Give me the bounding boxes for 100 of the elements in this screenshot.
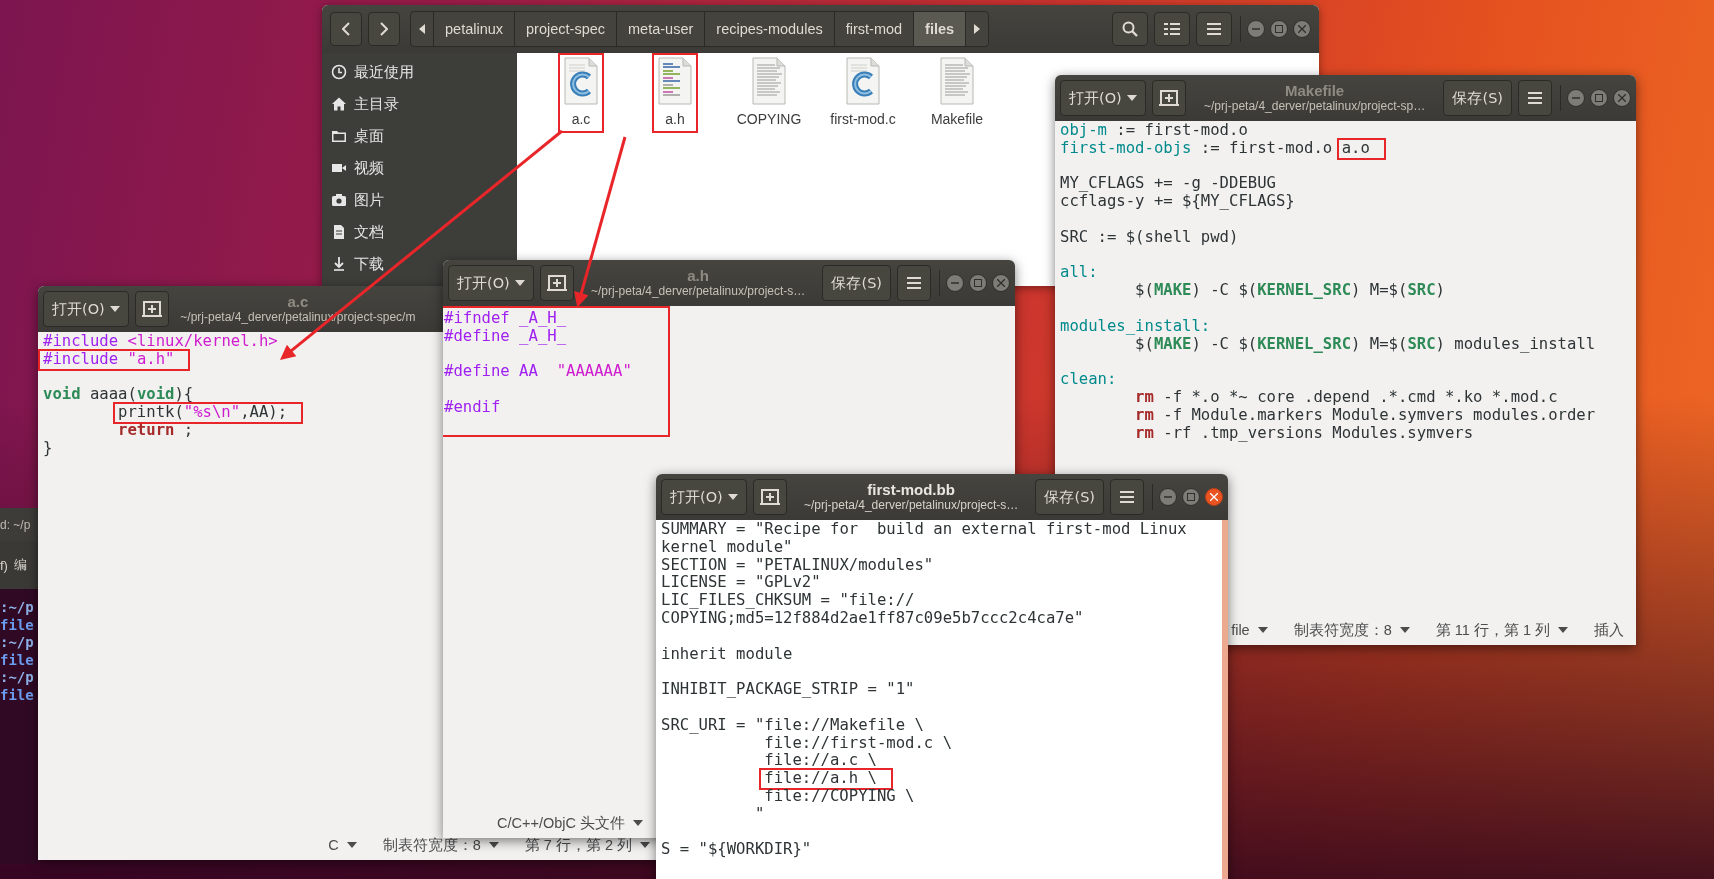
new-document-button[interactable] bbox=[752, 479, 787, 515]
terminal-line: :~/p bbox=[0, 599, 35, 617]
file-item[interactable]: a.h bbox=[652, 53, 698, 133]
menu-button[interactable] bbox=[1196, 12, 1232, 46]
code-text: first-mod-objs bbox=[1060, 138, 1192, 157]
save-button[interactable]: 保存(S) bbox=[1035, 479, 1104, 515]
maximize-button[interactable] bbox=[1270, 20, 1288, 38]
sidebar-item[interactable]: 最近使用 bbox=[322, 56, 420, 88]
status-dropdown[interactable]: 制表符宽度：8 bbox=[1289, 620, 1414, 640]
code-line: INHIBIT_PACKAGE_STRIP = "1" bbox=[661, 681, 915, 699]
caret-icon bbox=[109, 306, 120, 312]
new-document-button[interactable] bbox=[1151, 80, 1186, 116]
open-button[interactable]: 打开(O) bbox=[448, 265, 534, 301]
file-item[interactable]: COPYING bbox=[731, 53, 807, 133]
maximize-button[interactable] bbox=[1182, 488, 1200, 506]
search-button[interactable] bbox=[1112, 12, 1148, 46]
code-line: file://a.c \ bbox=[763, 752, 877, 771]
list-view-icon bbox=[1164, 22, 1180, 36]
code-line: " bbox=[753, 805, 765, 824]
add-document-icon bbox=[545, 273, 568, 293]
sidebar-item[interactable]: 文档 bbox=[322, 216, 390, 248]
caret-icon bbox=[633, 820, 643, 826]
code-line: #include <linux/kernel.h> bbox=[43, 333, 278, 351]
search-icon bbox=[1122, 21, 1138, 37]
status-dropdown[interactable]: C bbox=[324, 837, 361, 853]
highlighted-code: printk("%s\n",AA); bbox=[113, 402, 304, 424]
menu-item[interactable]: 编 bbox=[13, 556, 27, 574]
menu-icon bbox=[907, 277, 921, 289]
menu-button[interactable] bbox=[1518, 80, 1552, 116]
code-line: #define AA "AAAAAA" bbox=[444, 363, 632, 382]
menu-button[interactable] bbox=[897, 265, 931, 301]
menu-button[interactable] bbox=[1110, 479, 1144, 515]
file-item[interactable]: Makefile bbox=[925, 53, 989, 133]
path-segment[interactable]: files bbox=[913, 12, 966, 46]
back-button[interactable] bbox=[330, 12, 362, 46]
status-dropdown[interactable]: 制表符宽度：8 bbox=[378, 835, 503, 855]
path-segment[interactable]: petalinux bbox=[433, 12, 515, 46]
add-document-icon bbox=[140, 299, 163, 319]
window-title: a.c bbox=[287, 293, 309, 311]
close-icon bbox=[1210, 493, 1218, 501]
folder-icon bbox=[331, 128, 347, 144]
sidebar-item[interactable]: 桌面 bbox=[322, 120, 390, 152]
code-line: rm -f *.o *~ core .depend .*.cmd *.ko *.mod.c bbox=[1134, 388, 1558, 407]
open-button[interactable]: 打开(O) bbox=[1060, 80, 1146, 116]
window-title: Makefile bbox=[1285, 82, 1345, 100]
new-document-button[interactable] bbox=[134, 291, 169, 327]
path-segment[interactable]: recipes-modules bbox=[704, 12, 834, 46]
status-dropdown[interactable]: 第 7 行，第 2 列 bbox=[520, 835, 654, 855]
view-options-button[interactable] bbox=[1154, 12, 1190, 46]
code-line: $(MAKE) -C $(KERNEL_SRC) M=$(SRC) modules_install bbox=[1135, 335, 1596, 354]
code-line: void aaaa(void){ bbox=[43, 386, 194, 405]
minimize-button[interactable] bbox=[1567, 89, 1585, 107]
code-line: obj-m := first-mod.o bbox=[1060, 122, 1248, 140]
text-file-icon bbox=[939, 57, 975, 105]
save-button[interactable]: 保存(S) bbox=[822, 265, 891, 301]
code-line: rm -f Module.markers Module.symvers modules.order bbox=[1134, 406, 1596, 425]
minimize-button[interactable] bbox=[946, 274, 964, 292]
caret-icon bbox=[727, 494, 738, 500]
save-button[interactable]: 保存(S) bbox=[1443, 80, 1512, 116]
forward-button[interactable] bbox=[368, 12, 400, 46]
code-line: file://first-mod.c \ bbox=[763, 734, 953, 753]
caret-icon bbox=[1257, 627, 1268, 633]
code-line: modules_install: bbox=[1060, 317, 1211, 336]
clock-icon bbox=[331, 64, 347, 80]
chevron-right-icon bbox=[380, 22, 388, 36]
status-dropdown[interactable]: 插入 bbox=[1590, 620, 1628, 640]
code-line: SRC := $(shell pwd) bbox=[1060, 228, 1239, 247]
code-line: } bbox=[43, 439, 53, 458]
minimize-button[interactable] bbox=[1159, 488, 1177, 506]
maximize-button[interactable] bbox=[969, 274, 987, 292]
code-line: LICENSE = "GPLv2" bbox=[661, 574, 821, 593]
file-path: ~/prj-peta/4_derver/petalinux/project-s… bbox=[590, 284, 806, 299]
sidebar-item[interactable]: 图片 bbox=[322, 184, 390, 216]
status-dropdown[interactable]: file bbox=[1227, 622, 1272, 638]
close-button[interactable] bbox=[1205, 488, 1223, 506]
sidebar-item[interactable]: 主目录 bbox=[322, 88, 405, 120]
camera-icon bbox=[331, 192, 347, 208]
status-dropdown[interactable]: 第 11 行，第 1 列 bbox=[1431, 620, 1572, 640]
minimize-button[interactable] bbox=[1247, 20, 1265, 38]
file-item[interactable]: first-mod.c bbox=[825, 53, 901, 133]
file-path: ~/prj-peta/4_derver/petalinux/project-sp… bbox=[1204, 99, 1426, 114]
caret-icon bbox=[640, 842, 650, 848]
code-line: clean: bbox=[1060, 371, 1117, 389]
sidebar-item[interactable]: 下载 bbox=[322, 248, 390, 280]
menu-item[interactable]: f) bbox=[0, 557, 8, 573]
path-segment[interactable]: meta-user bbox=[616, 12, 705, 46]
maximize-button[interactable] bbox=[1590, 89, 1608, 107]
terminal-line: :~/p bbox=[0, 669, 35, 687]
scrollbar[interactable] bbox=[1222, 520, 1228, 879]
terminal-line: file bbox=[0, 616, 35, 634]
code-line: SUMMARY = "Recipe for build an external first-mod Linux bbox=[661, 521, 1187, 539]
path-segment[interactable]: project-spec bbox=[514, 12, 617, 46]
download-icon bbox=[331, 256, 347, 272]
sidebar-item[interactable]: 视频 bbox=[322, 152, 390, 184]
open-button[interactable]: 打开(O) bbox=[661, 479, 747, 515]
new-document-button[interactable] bbox=[539, 265, 574, 301]
status-dropdown[interactable]: C/C++/ObjC 头文件 bbox=[493, 813, 647, 833]
code-line: rm -rf .tmp_versions Modules.symvers bbox=[1134, 424, 1474, 443]
open-button[interactable]: 打开(O) bbox=[43, 291, 129, 327]
file-item[interactable]: a.c bbox=[558, 53, 604, 133]
